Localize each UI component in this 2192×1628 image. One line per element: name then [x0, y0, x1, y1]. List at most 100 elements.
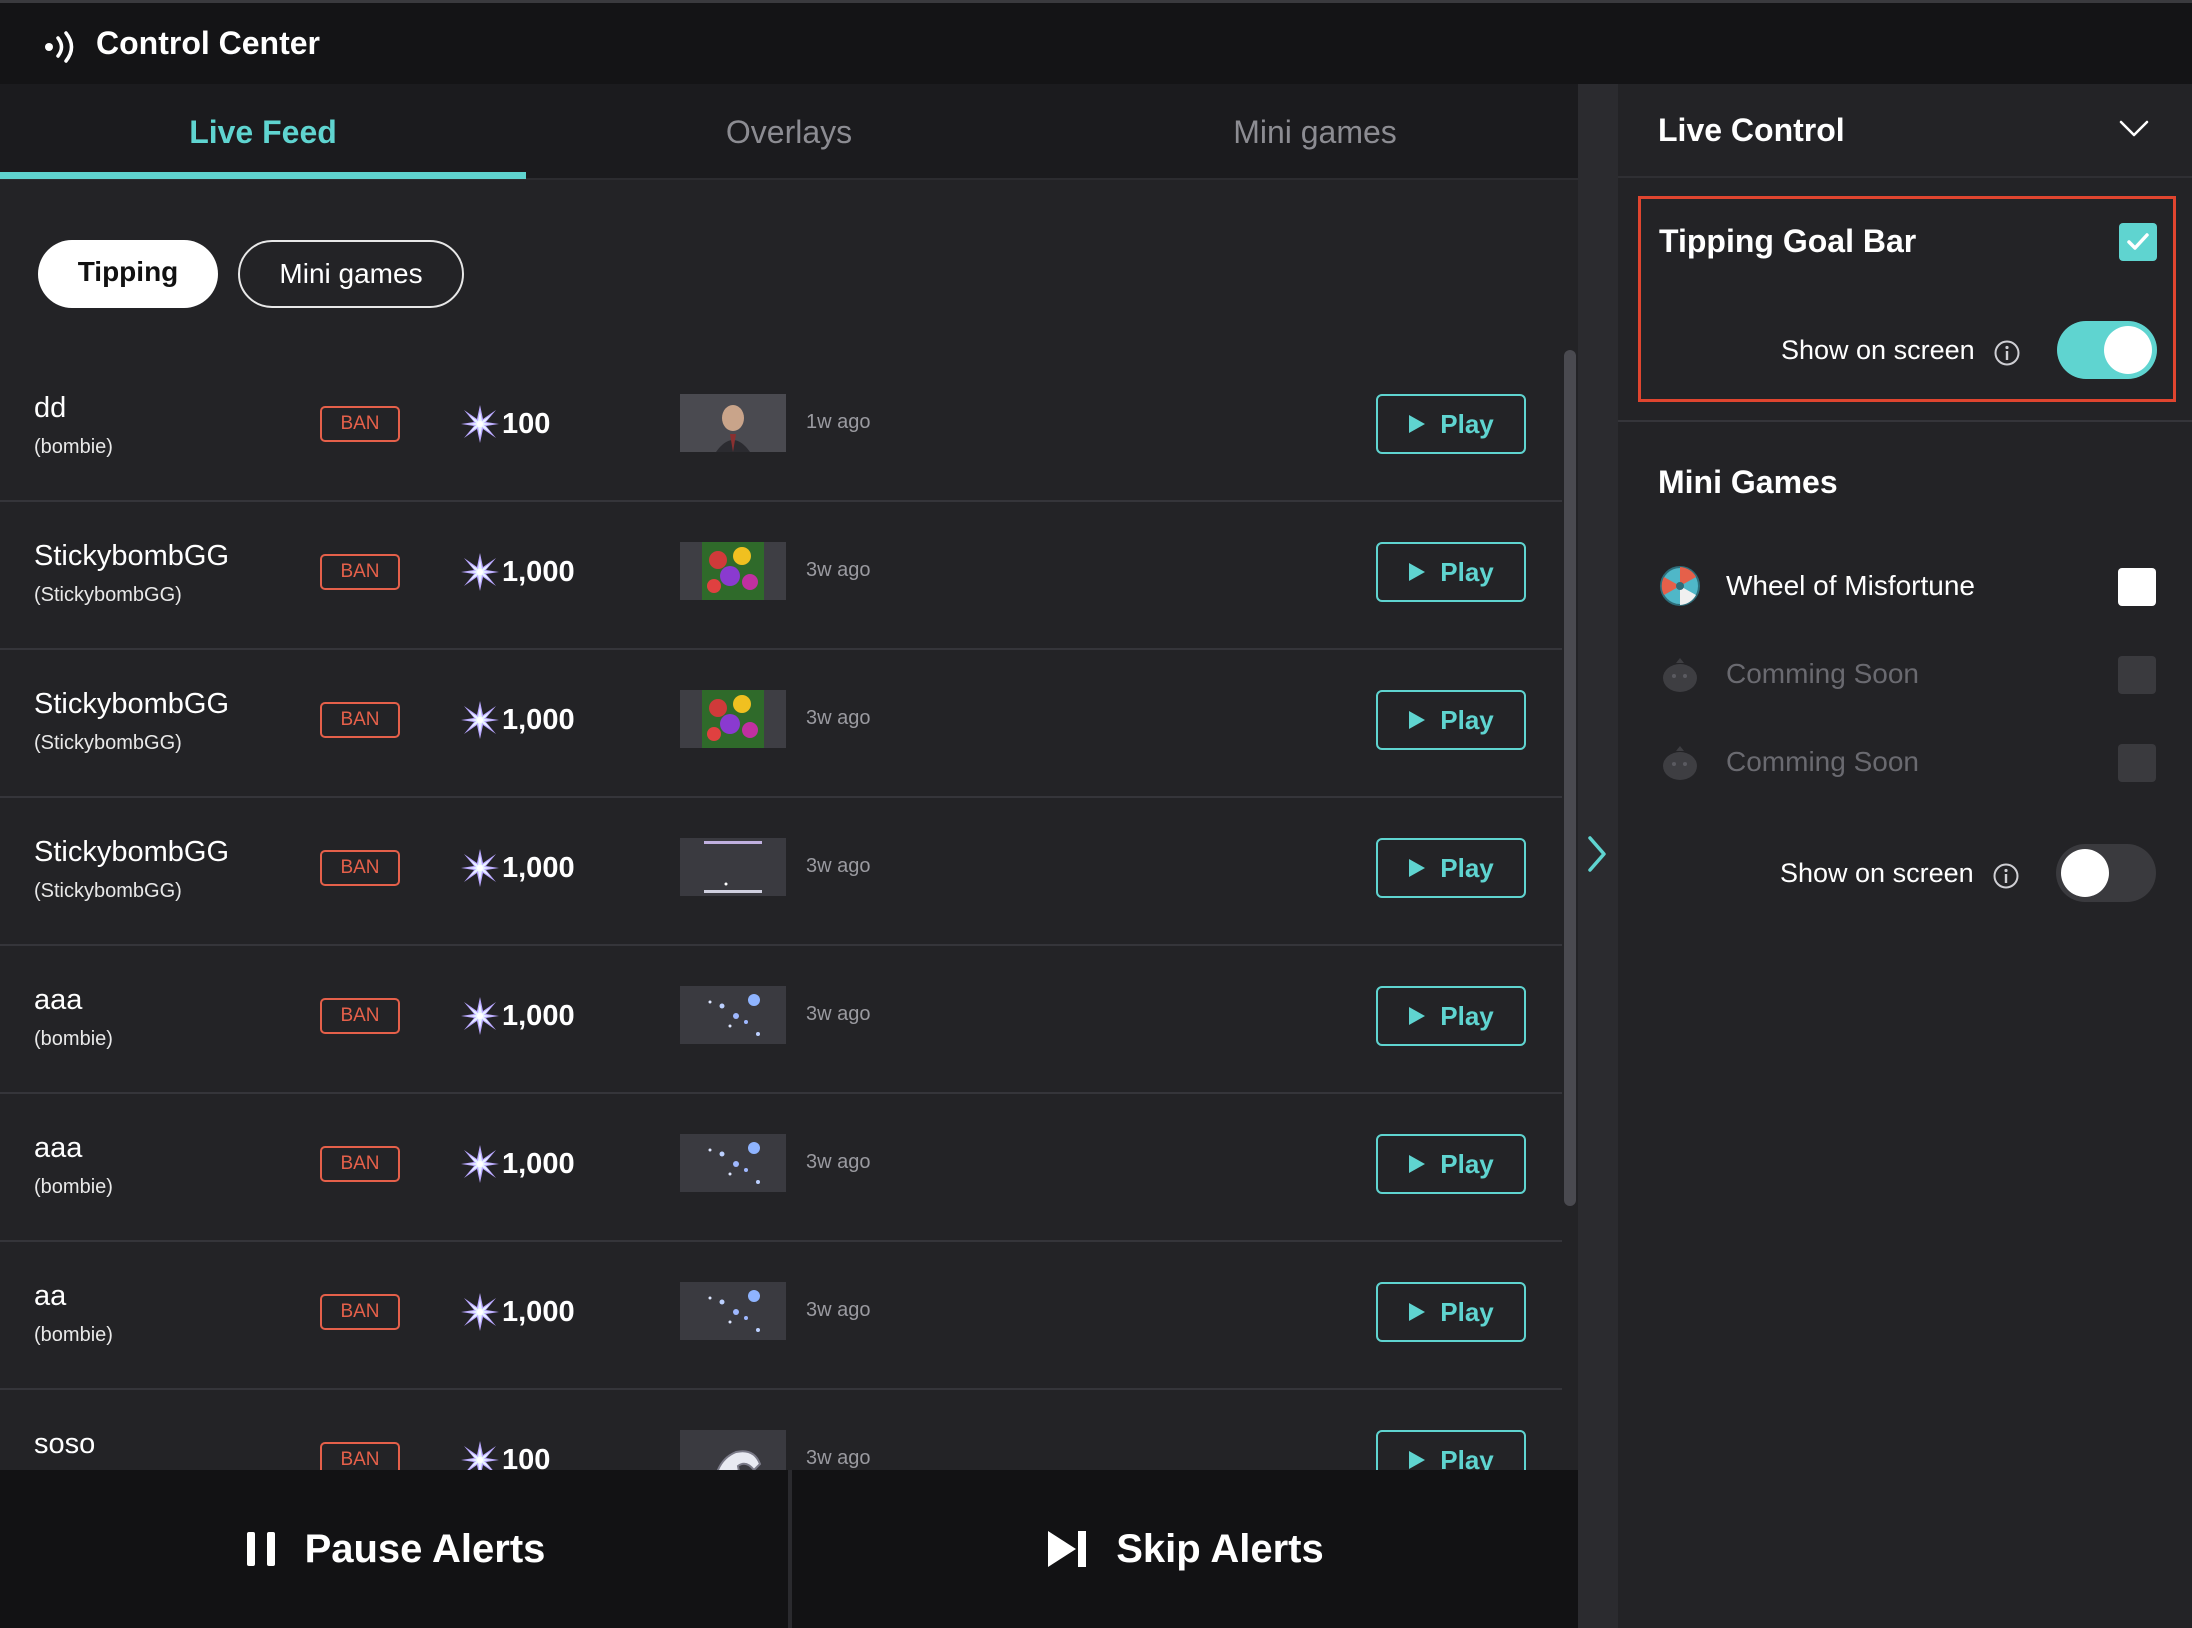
- blob-icon: [1663, 658, 1697, 692]
- play-button[interactable]: Play: [1376, 542, 1526, 602]
- tip-time: 3w ago: [806, 1299, 871, 1321]
- tipper-handle: (bombie): [34, 1324, 113, 1346]
- mini-games-show-on-screen-label: Show on screen: [1780, 858, 1974, 888]
- tip-amount: 1,000: [460, 1292, 575, 1332]
- tip-amount: 100: [460, 404, 550, 444]
- star-burst-icon: [461, 997, 499, 1035]
- ban-button[interactable]: BAN: [320, 702, 400, 738]
- chevron-down-icon[interactable]: [2118, 118, 2150, 140]
- toggle-knob: [2061, 849, 2109, 897]
- alert-thumbnail: [680, 690, 786, 748]
- feed-row: StickybombGG (StickybombGG) BAN 1,000 3w ago…: [0, 650, 1562, 798]
- play-icon: [1409, 1451, 1426, 1469]
- tab-overlays[interactable]: Overlays: [526, 84, 1052, 180]
- filter-mini-games[interactable]: Mini games: [238, 240, 464, 308]
- scrollbar-thumb[interactable]: [1564, 350, 1576, 1206]
- tab-mini-games[interactable]: Mini games: [1052, 84, 1578, 180]
- play-button[interactable]: Play: [1376, 1134, 1526, 1194]
- feed-row: aaa (bombie) BAN 1,000 3w ago Play: [0, 1094, 1562, 1242]
- tip-time: 3w ago: [806, 855, 871, 877]
- skip-icon: [1048, 1531, 1087, 1567]
- wheel-of-misfortune-checkbox[interactable]: [2118, 568, 2156, 606]
- tipping-goal-checkbox[interactable]: [2119, 223, 2157, 261]
- alert-thumbnail: [680, 1430, 786, 1470]
- tipper-handle: (bombie): [34, 1028, 113, 1050]
- live-feed-panel: Live Feed Overlays Mini games Tipping Mi…: [0, 84, 1578, 1628]
- filter-tipping[interactable]: Tipping: [38, 240, 218, 308]
- feed-scrollbar[interactable]: [1562, 350, 1578, 1206]
- tipper-name: aa: [34, 1280, 67, 1312]
- star-burst-icon: [461, 849, 499, 887]
- mini-games-show-on-screen-toggle[interactable]: [2056, 844, 2156, 902]
- info-icon[interactable]: [1992, 862, 2020, 890]
- play-button[interactable]: Play: [1376, 986, 1526, 1046]
- play-button[interactable]: Play: [1376, 690, 1526, 750]
- play-icon: [1409, 1303, 1426, 1321]
- tip-time: 1w ago: [806, 411, 871, 433]
- ban-button[interactable]: BAN: [320, 406, 400, 442]
- play-button[interactable]: Play: [1376, 1430, 1526, 1470]
- tip-amount: 1,000: [460, 848, 575, 888]
- play-icon: [1409, 1007, 1426, 1025]
- tip-feed-list: dd (bombie) BAN 100 1w ago Play StickybombGG (S…: [0, 354, 1562, 1470]
- toggle-knob: [2104, 326, 2152, 374]
- tipping-show-on-screen-toggle[interactable]: [2057, 321, 2157, 379]
- play-label: Play: [1440, 1000, 1494, 1031]
- tip-amount-value: 1,000: [502, 851, 575, 884]
- pause-alerts-label: Pause Alerts: [304, 1526, 546, 1571]
- skip-alerts-label: Skip Alerts: [1116, 1526, 1324, 1571]
- ban-button[interactable]: BAN: [320, 1146, 400, 1182]
- play-icon: [1409, 859, 1426, 877]
- live-control-header[interactable]: Live Control: [1618, 84, 2192, 178]
- mini-game-label: Wheel of Misfortune: [1726, 570, 1975, 601]
- play-label: Play: [1440, 1296, 1494, 1327]
- alert-thumbnail: [680, 1134, 786, 1192]
- tip-amount: 100: [460, 1440, 550, 1470]
- live-control-panel: Live Control Tipping Goal Bar Show on sc…: [1618, 84, 2192, 1628]
- tipper-handle: (StickybombGG): [34, 880, 182, 902]
- play-icon: [1409, 415, 1426, 433]
- tip-amount: 1,000: [460, 700, 575, 740]
- section-divider: [1618, 420, 2192, 422]
- star-burst-icon: [461, 405, 499, 443]
- mini-game-wheel-of-misfortune[interactable]: Wheel of Misfortune: [1658, 562, 2158, 610]
- ban-button[interactable]: BAN: [320, 998, 400, 1034]
- app-title: Control Center: [96, 25, 320, 61]
- alert-thumbnail: [680, 542, 786, 600]
- pause-alerts-button[interactable]: Pause Alerts: [0, 1470, 788, 1628]
- skip-alerts-button[interactable]: Skip Alerts: [792, 1470, 1578, 1628]
- info-icon[interactable]: [1993, 339, 2021, 367]
- tipping-goal-title: Tipping Goal Bar: [1659, 223, 1917, 259]
- chevron-right-icon[interactable]: [1586, 834, 1610, 874]
- play-button[interactable]: Play: [1376, 394, 1526, 454]
- tab-live-feed[interactable]: Live Feed: [0, 84, 526, 180]
- ban-button[interactable]: BAN: [320, 554, 400, 590]
- mini-game-label: Comming Soon: [1726, 746, 1919, 777]
- tipper-handle: (StickybombGG): [34, 732, 182, 754]
- play-button[interactable]: Play: [1376, 1282, 1526, 1342]
- live-control-title: Live Control: [1658, 112, 1845, 148]
- tip-time: 3w ago: [806, 1003, 871, 1025]
- tipper-name: soso: [34, 1428, 96, 1460]
- mini-game-coming-soon-1: Comming Soon: [1658, 650, 2158, 698]
- alert-thumbnail: [680, 394, 786, 452]
- feed-row: aa (bombie) BAN 1,000 3w ago Play: [0, 1242, 1562, 1390]
- ban-button[interactable]: BAN: [320, 850, 400, 886]
- play-icon: [1409, 711, 1426, 729]
- feed-row: aaa (bombie) BAN 1,000 3w ago Play: [0, 946, 1562, 1094]
- tip-time: 3w ago: [806, 707, 871, 729]
- ban-button[interactable]: BAN: [320, 1294, 400, 1330]
- tipper-name: StickybombGG: [34, 688, 229, 720]
- panel-toggle-strip[interactable]: [1578, 84, 1618, 1628]
- tip-time: 3w ago: [806, 559, 871, 581]
- tip-amount: 1,000: [460, 552, 575, 592]
- play-button[interactable]: Play: [1376, 838, 1526, 898]
- tipper-handle: (StickybombGG): [34, 584, 182, 606]
- mini-games-title: Mini Games: [1658, 464, 1838, 500]
- tipper-name: StickybombGG: [34, 540, 229, 572]
- ban-button[interactable]: BAN: [320, 1442, 400, 1470]
- tip-amount-value: 1,000: [502, 1295, 575, 1328]
- play-label: Play: [1440, 1444, 1494, 1471]
- tip-amount-value: 1,000: [502, 703, 575, 736]
- broadcast-icon: [45, 31, 74, 63]
